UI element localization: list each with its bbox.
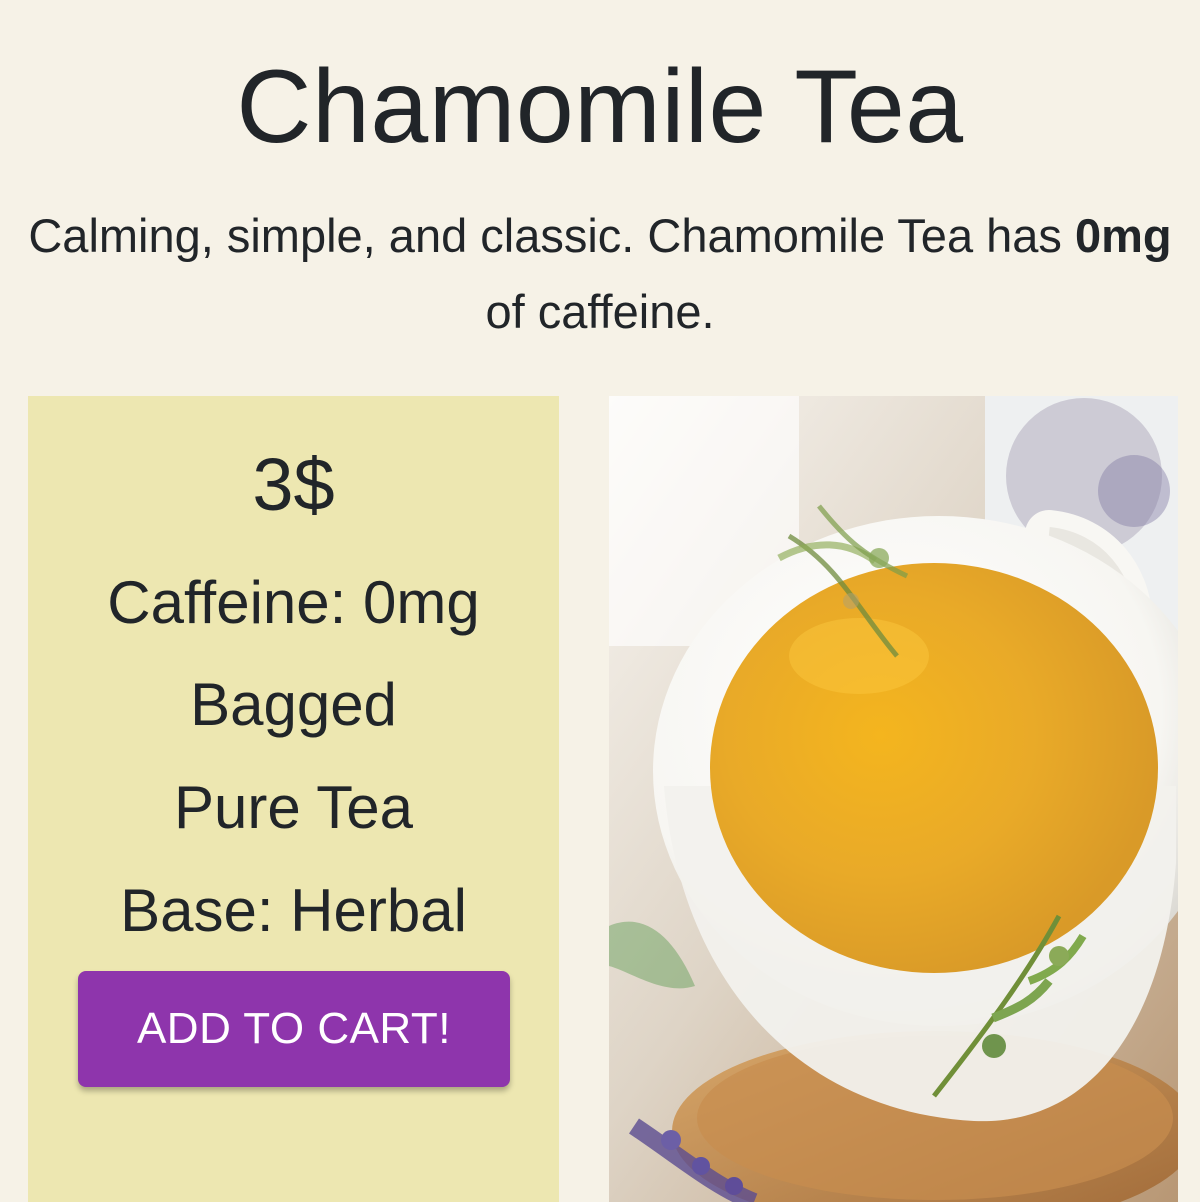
product-image: [609, 396, 1178, 1202]
add-to-cart-button[interactable]: ADD TO CART!: [78, 971, 510, 1087]
description-prefix: Calming, simple, and classic. Chamomile …: [28, 209, 1075, 262]
add-to-cart-label: ADD TO CART!: [136, 1004, 452, 1053]
product-price: 3$: [252, 443, 335, 526]
tea-base-detail: Base: Herbal: [120, 877, 467, 944]
tea-cup-image: [609, 396, 1178, 1202]
product-title: Chamomile Tea: [236, 49, 964, 165]
tea-format-detail: Bagged: [190, 671, 397, 738]
product-description: Calming, simple, and classic. Chamomile …: [20, 198, 1180, 350]
description-suffix: of caffeine.: [485, 285, 715, 338]
caffeine-detail: Caffeine: 0mg: [107, 569, 480, 636]
tea-type-detail: Pure Tea: [173, 774, 414, 841]
description-caffeine: 0mg: [1074, 209, 1172, 262]
